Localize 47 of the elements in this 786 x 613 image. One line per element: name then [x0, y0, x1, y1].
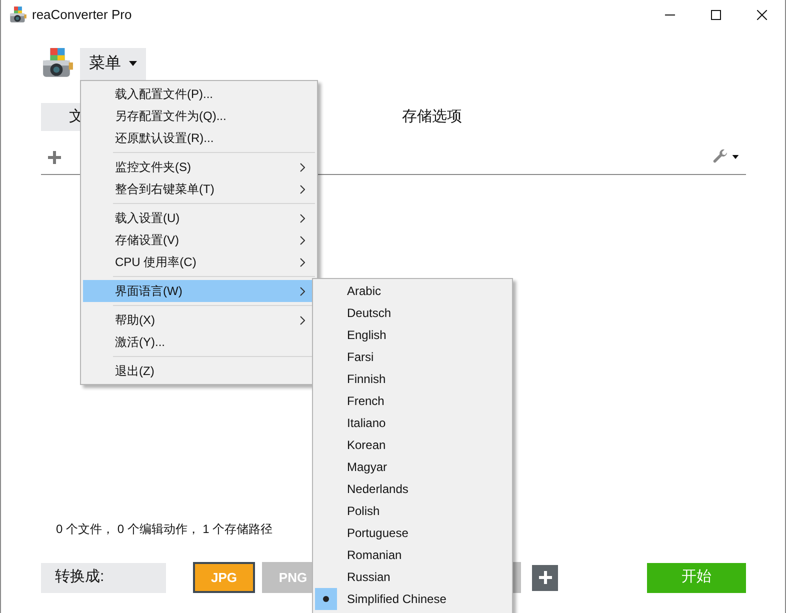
language-item[interactable]: Nederlands: [315, 478, 510, 500]
menu-item[interactable]: 帮助(X): [83, 309, 315, 331]
language-item[interactable]: Farsi: [315, 346, 510, 368]
convert-label: 转换成:: [41, 562, 166, 592]
chevron-right-icon: [300, 162, 305, 172]
menu-item[interactable]: CPU 使用率(C): [83, 251, 315, 273]
chevron-right-icon: [300, 236, 305, 244]
menu-item[interactable]: 整合到右键菜单(T): [83, 178, 315, 200]
menu-item[interactable]: 另存配置文件为(Q)...: [83, 105, 315, 127]
maximize-icon[interactable]: [711, 10, 721, 20]
chevron-right-icon: [300, 286, 305, 296]
chevron-right-icon: [300, 316, 305, 324]
wrench-icon: [712, 149, 728, 165]
menu-item[interactable]: 载入配置文件(P)...: [83, 83, 315, 105]
status-text: 0 个文件， 0 个编辑动作， 1 个存储路径: [56, 521, 273, 538]
language-item[interactable]: French: [315, 390, 510, 412]
add-icon[interactable]: [48, 150, 61, 164]
language-item[interactable]: Arabic: [315, 280, 510, 302]
menu-item[interactable]: 还原默认设置(R)...: [83, 127, 315, 149]
add-format-button[interactable]: [532, 564, 558, 590]
menu-button[interactable]: 菜单: [80, 48, 146, 80]
menu-item[interactable]: 载入设置(U): [83, 207, 315, 229]
language-item[interactable]: Portuguese: [315, 522, 510, 544]
caret-icon: [732, 155, 739, 159]
language-item[interactable]: Korean: [315, 434, 510, 456]
menu-item[interactable]: 监控文件夹(S): [83, 156, 315, 178]
menu-item[interactable]: 存储设置(V): [83, 229, 315, 251]
window-title: reaConverter Pro: [32, 6, 132, 24]
close-icon[interactable]: [757, 10, 767, 20]
language-item[interactable]: English: [315, 324, 510, 346]
language-item[interactable]: Polish: [315, 500, 510, 522]
language-item[interactable]: Deutsch: [315, 302, 510, 324]
menu-item[interactable]: 退出(Z): [83, 360, 315, 382]
chevron-right-icon: [300, 214, 305, 222]
wrench-dropdown[interactable]: [712, 149, 739, 165]
menu-item[interactable]: 界面语言(W): [83, 280, 315, 302]
language-item[interactable]: Finnish: [315, 368, 510, 390]
chevron-right-icon: [300, 184, 305, 194]
chevron-right-icon: [300, 258, 305, 266]
radio-mark-icon: [315, 588, 337, 610]
menu-item[interactable]: 激活(Y)...: [83, 331, 315, 353]
language-item[interactable]: Magyar: [315, 456, 510, 478]
caret-icon: [129, 61, 137, 66]
camera-logo-icon: [41, 47, 74, 80]
language-item[interactable]: Italiano: [315, 412, 510, 434]
camera-logo-icon: [9, 6, 27, 24]
plus-icon: [538, 571, 552, 584]
